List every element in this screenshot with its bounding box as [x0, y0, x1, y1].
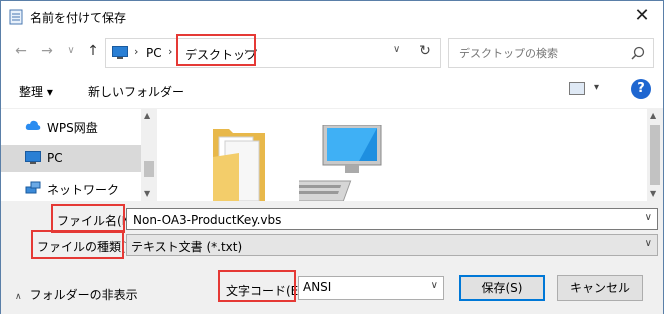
filename-dropdown-icon[interactable]: ∨: [645, 212, 652, 223]
encoding-select[interactable]: ANSI ∨: [298, 276, 444, 300]
filename-field[interactable]: ∨: [126, 208, 658, 230]
cloud-icon: [25, 120, 41, 130]
save-button[interactable]: 保存(S): [459, 275, 545, 301]
network-icon: [25, 181, 41, 194]
breadcrumb-separator: ›: [168, 45, 173, 58]
scroll-down-icon[interactable]: ▼: [144, 189, 150, 198]
organize-menu[interactable]: 整理 ▾: [19, 83, 53, 100]
breadcrumb-separator: ›: [134, 45, 139, 58]
filetype-dropdown-icon[interactable]: ∨: [645, 238, 652, 249]
view-options-icon[interactable]: [569, 82, 585, 95]
computer-icon: [25, 151, 41, 164]
computer-icon: [112, 46, 128, 59]
nav-item-label: PC: [47, 151, 63, 165]
nav-item-wps-cloud[interactable]: WPS网盘: [1, 113, 141, 140]
scroll-thumb[interactable]: [144, 161, 154, 177]
scroll-up-icon[interactable]: ▲: [144, 111, 150, 120]
notepad-icon: [9, 9, 23, 25]
navigation-pane-scrollbar[interactable]: ▲ ▼: [141, 109, 157, 201]
up-arrow-icon[interactable]: ↑: [83, 41, 103, 61]
scroll-up-icon[interactable]: ▲: [650, 111, 656, 120]
filename-input[interactable]: [131, 212, 611, 227]
filetype-value: テキスト文書 (*.txt): [131, 240, 243, 254]
nav-item-label: ネットワーク: [47, 183, 120, 197]
new-folder-button[interactable]: 新しいフォルダー: [88, 83, 184, 100]
cancel-button[interactable]: キャンセル: [557, 275, 643, 301]
highlight-box: [176, 34, 256, 66]
hide-folders-toggle[interactable]: ∧ フォルダーの非表示: [15, 286, 138, 303]
save-form: ファイル名(N): ∨ ファイルの種類(T): テキスト文書 (*.txt) ∨…: [1, 201, 663, 314]
back-arrow-icon[interactable]: ←: [11, 41, 31, 61]
hide-folders-label: フォルダーの非表示: [29, 288, 138, 302]
computer-icon[interactable]: [299, 125, 385, 201]
help-icon[interactable]: ?: [631, 79, 651, 99]
file-list-scrollbar[interactable]: ▲ ▼: [647, 109, 663, 201]
folder-icon[interactable]: [209, 123, 269, 201]
highlight-box: [31, 230, 124, 259]
scroll-thumb[interactable]: [650, 125, 660, 185]
address-dropdown-icon[interactable]: ∨: [393, 44, 407, 55]
nav-item-label: WPS网盘: [47, 121, 98, 135]
search-input[interactable]: [457, 45, 627, 61]
navigation-bar: ← → ∨ ↑ › PC › デスクトップ › ∨ ↻: [1, 32, 663, 72]
address-bar[interactable]: › PC › デスクトップ › ∨ ↻: [105, 34, 441, 68]
scroll-down-icon[interactable]: ▼: [650, 189, 656, 198]
refresh-icon[interactable]: ↻: [416, 43, 434, 59]
command-toolbar: 整理 ▾ 新しいフォルダー ▾ ?: [1, 72, 663, 109]
close-button[interactable]: ✕: [631, 5, 653, 27]
window-title: 名前を付けて保存: [30, 11, 127, 25]
search-box[interactable]: [448, 38, 654, 68]
filetype-select[interactable]: テキスト文書 (*.txt) ∨: [126, 234, 658, 256]
nav-item-pc[interactable]: PC: [1, 145, 141, 172]
chevron-up-icon: ∧: [15, 292, 22, 302]
search-icon[interactable]: [631, 46, 645, 60]
file-list-area[interactable]: [157, 109, 647, 201]
forward-arrow-icon[interactable]: →: [37, 41, 57, 61]
navigation-pane: WPS网盘 PC ネットワーク: [1, 109, 157, 201]
highlight-box: [218, 270, 296, 302]
title-bar: 名前を付けて保存 ✕: [1, 1, 663, 32]
highlight-box: [51, 204, 125, 233]
recent-locations-icon[interactable]: ∨: [61, 41, 81, 61]
nav-item-network[interactable]: ネットワーク: [1, 175, 141, 202]
save-as-dialog: 名前を付けて保存 ✕ ← → ∨ ↑ › PC › デスクトップ › ∨ ↻ デ…: [0, 0, 664, 314]
breadcrumb-pc[interactable]: PC: [146, 46, 162, 60]
encoding-dropdown-icon[interactable]: ∨: [431, 280, 438, 291]
encoding-value: ANSI: [303, 280, 332, 294]
view-dropdown-icon[interactable]: ▾: [594, 82, 599, 93]
